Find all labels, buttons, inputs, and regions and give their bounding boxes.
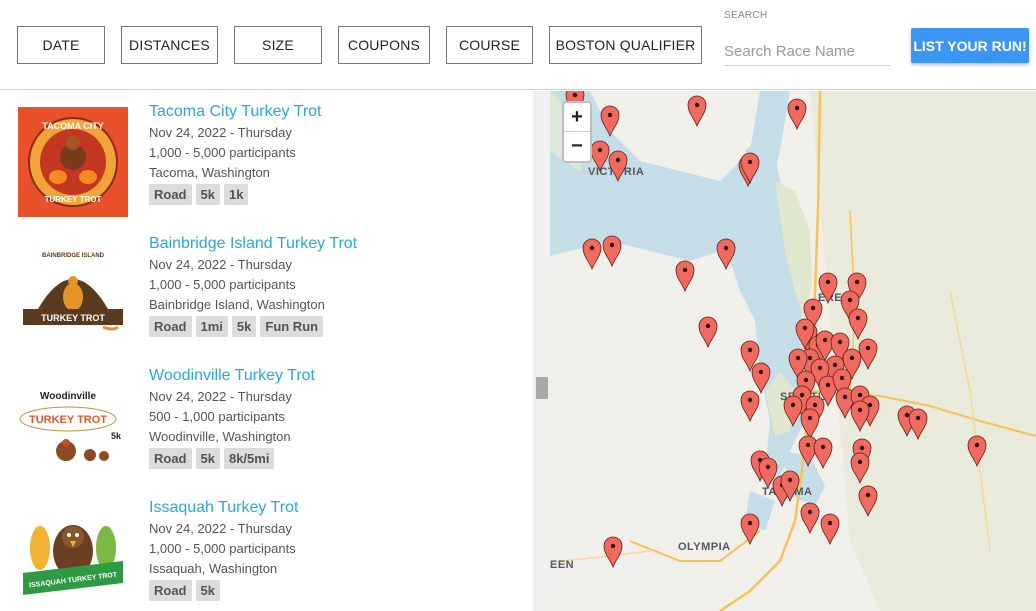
race-pin-marker[interactable] [813,437,833,470]
distances-filter-button[interactable]: DISTANCES [121,26,218,64]
race-participants: 500 - 1,000 participants [149,409,285,424]
race-pin-marker[interactable] [858,338,878,371]
race-tag: Road [149,448,192,469]
race-pin-marker[interactable] [582,238,602,271]
race-tag: 1mi [195,316,228,337]
race-item[interactable]: ISSAQUAH TURKEY TROT Issaquah Turkey Tro… [0,487,530,611]
race-pin-marker[interactable] [908,408,928,441]
size-filter-button[interactable]: SIZE [234,26,322,64]
race-pin-marker[interactable] [783,395,803,428]
race-pin-marker[interactable] [967,435,987,468]
race-tag: Road [149,184,192,205]
race-participants: 1,000 - 5,000 participants [149,541,296,556]
boston-qualifier-filter-button[interactable]: BOSTON QUALIFIER [549,26,702,64]
scrollbar-thumb[interactable] [536,377,548,399]
race-pin-marker[interactable] [850,400,870,433]
race-item[interactable]: TACOMA CITY TURKEY TROT Tacoma City Turk… [0,91,530,223]
race-tag: 8k/5mi [223,448,275,469]
race-item[interactable]: BAINBRIDGE ISLAND TURKEY TROT Bainbridge… [0,223,530,355]
race-item[interactable]: Woodinville TURKEY TROT 5k Woodinville T… [0,355,530,487]
race-location: Bainbridge Island, Washington [149,297,325,312]
zoom-in-button[interactable]: + [564,103,590,132]
race-location: Tacoma, Washington [149,165,270,180]
race-tag: 5k [195,184,220,205]
race-location: Woodinville, Washington [149,429,291,444]
race-tags: Road 1mi 5k Fun Run [149,316,324,337]
race-pin-marker[interactable] [687,95,707,128]
race-pin-marker[interactable] [603,536,623,569]
race-pin-marker[interactable] [600,105,620,138]
tacoma-turkey-trot-logo: TACOMA CITY TURKEY TROT [18,107,128,217]
svg-text:TURKEY TROT: TURKEY TROT [45,195,102,204]
race-pin-marker[interactable] [716,238,736,271]
svg-text:TURKEY TROT: TURKEY TROT [29,414,107,426]
race-pin-marker[interactable] [698,316,718,349]
svg-text:TURKEY TROT: TURKEY TROT [41,313,105,323]
race-tag: Road [149,316,192,337]
race-title[interactable]: Woodinville Turkey Trot [149,367,315,385]
race-date: Nov 24, 2022 - Thursday [149,521,292,536]
list-scrollbar[interactable] [533,91,550,611]
race-list: TACOMA CITY TURKEY TROT Tacoma City Turk… [0,91,550,611]
race-title[interactable]: Issaquah Turkey Trot [149,499,298,517]
woodinville-turkey-trot-logo: Woodinville TURKEY TROT 5k [18,371,128,481]
issaquah-turkey-trot-logo: ISSAQUAH TURKEY TROT [18,503,128,611]
race-tag: 1k [223,184,249,205]
zoom-out-button[interactable]: − [564,132,590,161]
race-pin-marker[interactable] [787,98,807,131]
race-pin-marker[interactable] [820,513,840,546]
race-pin-marker[interactable] [800,408,820,441]
race-pin-marker[interactable] [800,502,820,535]
svg-text:TACOMA CITY: TACOMA CITY [42,121,104,131]
race-pin-marker[interactable] [850,452,870,485]
race-tag: Fun Run [260,316,324,337]
race-tag: Road [149,580,192,601]
race-participants: 1,000 - 5,000 participants [149,277,296,292]
race-title[interactable]: Tacoma City Turkey Trot [149,103,322,121]
race-pin-marker[interactable] [740,513,760,546]
race-tag: 5k [195,580,220,601]
race-pin-marker[interactable] [590,140,610,173]
map-pins-layer [565,91,987,569]
race-location: Issaquah, Washington [149,561,278,576]
race-tag: 5k [231,316,257,337]
race-pin-marker[interactable] [608,150,628,183]
filter-bar: DATE DISTANCES SIZE COUPONS COURSE BOSTO… [0,0,1036,90]
race-date: Nov 24, 2022 - Thursday [149,389,292,404]
search-input[interactable] [724,38,890,66]
svg-text:BAINBRIDGE ISLAND: BAINBRIDGE ISLAND [42,253,105,259]
race-date: Nov 24, 2022 - Thursday [149,257,292,272]
race-pin-marker[interactable] [858,485,878,518]
bainbridge-turkey-trot-logo: BAINBRIDGE ISLAND TURKEY TROT [18,239,128,349]
svg-text:5k: 5k [111,431,122,441]
race-pin-marker[interactable] [848,308,868,341]
race-tags: Road 5k 8k/5mi [149,448,275,469]
race-pin-marker[interactable] [740,390,760,423]
race-pin-marker[interactable] [675,260,695,293]
race-pin-marker[interactable] [751,362,771,395]
race-pin-marker[interactable] [602,235,622,268]
race-tags: Road 5k [149,580,220,601]
race-tags: Road 5k 1k [149,184,249,205]
course-filter-button[interactable]: COURSE [446,26,533,64]
race-title[interactable]: Bainbridge Island Turkey Trot [149,235,357,253]
list-your-run-button[interactable]: LIST YOUR RUN! [911,28,1029,63]
race-map[interactable]: VICTORIA SEATTLE TACOMA OLYMPIA ERE EEN … [550,91,1036,611]
search-label: SEARCH [724,10,768,21]
date-filter-button[interactable]: DATE [17,26,105,64]
zoom-control: + − [562,101,592,163]
race-tag: 5k [195,448,220,469]
race-pin-marker[interactable] [818,272,838,305]
coupons-filter-button[interactable]: COUPONS [338,26,430,64]
race-date: Nov 24, 2022 - Thursday [149,125,292,140]
svg-text:Woodinville: Woodinville [40,391,96,402]
race-participants: 1,000 - 5,000 participants [149,145,296,160]
